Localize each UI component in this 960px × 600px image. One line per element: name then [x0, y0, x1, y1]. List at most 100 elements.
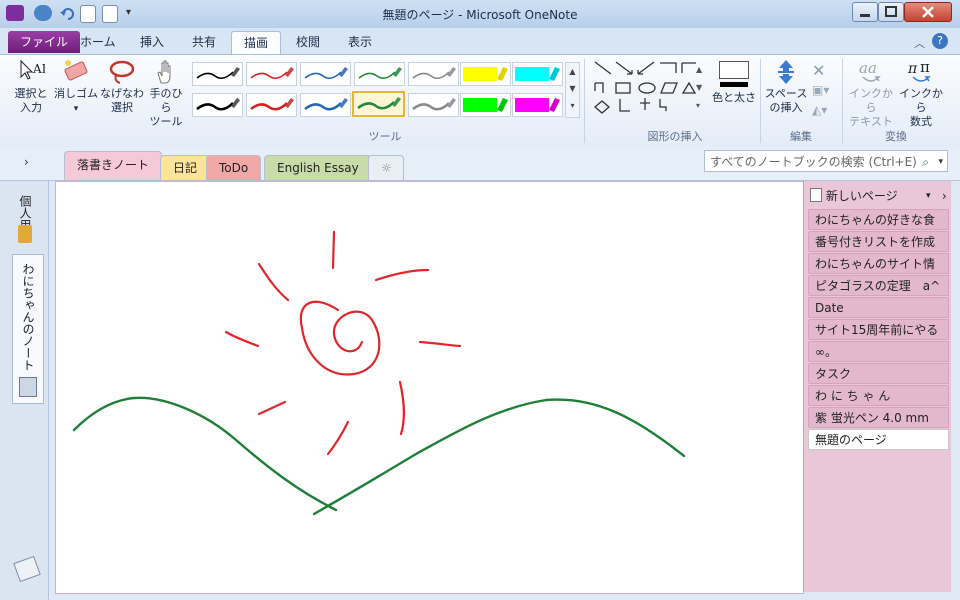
shape-gallery-scroll[interactable]: ▲ ▼ ▾ — [696, 61, 706, 119]
section-tab-todo[interactable]: ToDo — [206, 155, 262, 180]
page-item[interactable]: わ に ち ゃ ん — [808, 385, 949, 406]
sun-ray — [257, 262, 290, 302]
pen-black-thin[interactable] — [192, 62, 243, 86]
pen-red-thick[interactable] — [246, 93, 297, 117]
section-tab-diary[interactable]: 日記 — [160, 155, 211, 180]
tab-review[interactable]: 校閲 — [284, 31, 332, 53]
arrange-icon[interactable]: ▣▾ — [812, 83, 829, 97]
tab-draw[interactable]: 描画 — [231, 31, 282, 54]
color-label: 色と太さ — [712, 91, 756, 104]
pen-gallery-scroll[interactable]: ▲ ▼ ▾ — [565, 62, 580, 118]
sun-ray — [398, 380, 406, 436]
section-tab-english-essay[interactable]: English Essay — [264, 155, 372, 180]
notebook-personal-icon — [18, 225, 32, 243]
close-button[interactable] — [904, 2, 952, 22]
lasso-select-button[interactable]: なげなわ 選択 — [100, 59, 144, 115]
page-item[interactable]: タスク — [808, 363, 949, 384]
lasso-icon — [109, 60, 135, 84]
pen-gray-thick[interactable] — [408, 93, 459, 117]
page-item[interactable]: 番号付きリストを作成 — [808, 231, 949, 252]
shapes-group-label: 図形の挿入 — [647, 130, 703, 143]
eraser-dropdown-icon[interactable]: ▾ — [74, 104, 79, 114]
title-bar: ▾ 無題のページ - Microsoft OneNote — [0, 0, 960, 29]
sun-spiral — [299, 300, 381, 376]
notebook-wani-panel[interactable]: わにちゃんのノート — [12, 254, 44, 404]
insert-space-button[interactable]: スペース の挿入 — [764, 59, 808, 115]
page-item[interactable]: ∞。 — [808, 341, 949, 362]
svg-text:π: π — [920, 59, 930, 76]
ink-math-label-line1: インクから — [899, 87, 943, 114]
page-item[interactable]: わにちゃんのサイト情 — [808, 253, 949, 274]
pen-gray-thin[interactable] — [408, 62, 459, 86]
tab-share[interactable]: 共有 — [180, 31, 228, 53]
page-item[interactable]: サイト15周年前にやる — [808, 319, 949, 340]
section-tab-rakugaki[interactable]: 落書きノート — [64, 151, 163, 180]
pen-green-thin[interactable] — [354, 62, 405, 86]
edit-group-label: 編集 — [790, 130, 812, 143]
eraser-icon — [64, 60, 88, 81]
space-label-line2: の挿入 — [769, 101, 803, 114]
pen-green-thick-selected[interactable] — [352, 91, 405, 117]
page-item[interactable]: Date — [808, 297, 949, 318]
search-placeholder: すべてのノートブックの検索 (Ctrl+E) — [710, 155, 917, 169]
maximize-button[interactable] — [878, 2, 904, 22]
new-page-dropdown-icon[interactable]: ▾ — [926, 187, 931, 205]
tools-group-label: ツール — [368, 130, 402, 143]
expand-nav-icon[interactable]: › — [24, 155, 29, 169]
window-title: 無題のページ - Microsoft OneNote — [382, 8, 578, 22]
ink-to-text-button[interactable]: aa インクから テキスト — [846, 59, 896, 129]
eraser-button[interactable]: 消しゴム ▾ — [54, 59, 98, 116]
panning-hand-button[interactable]: 手のひら ツール — [146, 59, 186, 129]
notebook-wani[interactable]: わにちゃんのノート — [20, 263, 37, 371]
shape-gallery[interactable] — [592, 59, 704, 123]
new-page-icon — [810, 188, 822, 202]
page-item[interactable]: 紫 蛍光ペン 4.0 mm — [808, 407, 949, 428]
sun-ray — [331, 230, 336, 270]
delete-icon[interactable]: ✕ — [812, 61, 825, 80]
hill-right — [312, 398, 686, 516]
color-and-thickness-button[interactable]: 色と太さ — [712, 61, 756, 105]
rotate-icon[interactable]: ◭▾ — [812, 103, 827, 117]
highlighter-green[interactable] — [460, 93, 511, 117]
page-item[interactable]: ピタゴラスの定理 a^ — [808, 275, 949, 296]
tab-view[interactable]: 表示 — [336, 31, 384, 53]
sun-ray — [374, 268, 430, 282]
search-icon[interactable]: ⌕ — [922, 151, 929, 173]
svg-text:π: π — [907, 61, 918, 77]
pan-label-line2: ツール — [149, 115, 183, 128]
select-label-line2: 入力 — [20, 101, 42, 114]
new-section-icon[interactable]: ☼ — [368, 155, 404, 180]
search-input[interactable]: すべてのノートブックの検索 (Ctrl+E) ⌕ ▾ — [704, 150, 948, 172]
new-page-button[interactable]: 新しいページ ▾ › — [810, 187, 947, 205]
svg-text:aa: aa — [859, 59, 877, 77]
page-item[interactable]: わにちゃんの好きな食 — [808, 209, 949, 230]
help-icon[interactable]: ? — [932, 33, 948, 49]
pen-red-thin[interactable] — [246, 62, 297, 86]
sun-drawing — [224, 230, 462, 456]
notebook-wani-icon — [19, 377, 37, 397]
pen-black-thick[interactable] — [192, 93, 243, 117]
tab-insert[interactable]: 挿入 — [128, 31, 176, 53]
highlighter-yellow[interactable] — [460, 62, 511, 86]
highlighter-magenta[interactable] — [512, 93, 563, 117]
thickness-bar-icon — [720, 82, 748, 87]
minimize-button[interactable] — [852, 2, 878, 22]
pen-blue-thin[interactable] — [300, 62, 351, 86]
lasso-label-line2: 選択 — [111, 101, 133, 114]
ink-to-math-button[interactable]: ππ インクから 数式 — [898, 59, 944, 129]
collapse-page-list-icon[interactable]: › — [942, 187, 947, 205]
page-item-active[interactable]: 無題のページ — [808, 429, 949, 450]
select-and-type-button[interactable]: AI 選択と 入力 — [10, 59, 52, 115]
tab-home[interactable]: ホーム — [68, 31, 128, 53]
sun-ray — [224, 330, 260, 348]
cursor-text-icon: AI — [20, 59, 45, 80]
page-canvas[interactable] — [55, 181, 804, 594]
collapse-ribbon-icon[interactable]: ︿ — [914, 35, 925, 51]
search-scope-dropdown-icon[interactable]: ▾ — [938, 151, 943, 173]
pen-blue-thick[interactable] — [300, 93, 351, 117]
ink-math-label-line2: 数式 — [910, 115, 932, 128]
ink-text-label-line1: インクから — [849, 87, 893, 114]
new-page-label: 新しいページ — [825, 189, 898, 203]
highlighter-cyan[interactable] — [512, 62, 563, 86]
unfiled-notes-icon[interactable] — [13, 555, 41, 583]
